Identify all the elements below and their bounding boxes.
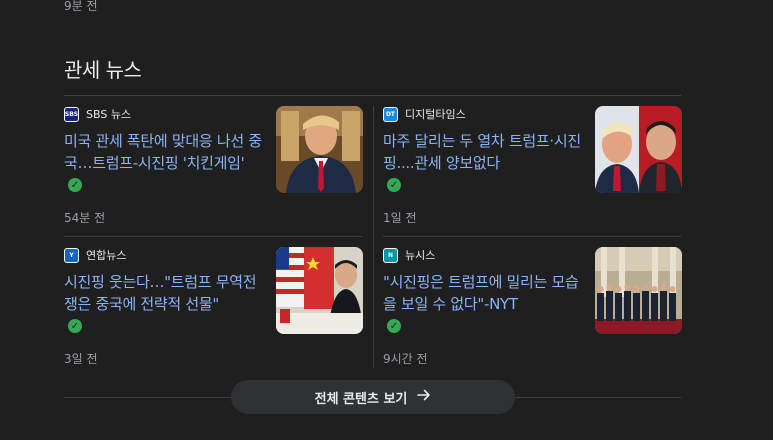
view-all-content-button[interactable]: 전체 콘텐츠 보기: [231, 380, 515, 414]
source-name: 뉴시스: [405, 249, 436, 262]
sbs-favicon-icon: SBS: [64, 106, 79, 122]
news-time: 9시간 전: [383, 352, 428, 366]
newsis-favicon-icon: N: [383, 247, 398, 263]
news-headline[interactable]: 시진핑 웃는다…"트럼프 무역전쟁은 중국에 전략적 선물": [64, 271, 269, 315]
news-headline[interactable]: 마주 달리는 두 열차 트럼프·시진핑....관세 양보없다: [383, 130, 588, 174]
source-name: 디지털타임스: [405, 108, 466, 121]
divider: [64, 397, 231, 398]
source-name: 연합뉴스: [86, 249, 127, 262]
news-card[interactable]: DT 디지털타임스 마주 달리는 두 열차 트럼프·시진핑....관세 양보없다…: [383, 106, 682, 236]
divider: [515, 397, 681, 398]
section-title: 관세 뉴스: [64, 58, 142, 82]
column-divider: [373, 106, 374, 368]
news-thumbnail[interactable]: [276, 247, 363, 334]
news-thumbnail[interactable]: [595, 247, 682, 334]
news-headline[interactable]: "시진핑은 트럼프에 밀리는 모습을 보일 수 없다"-NYT: [383, 271, 588, 315]
news-source: Y 연합뉴스: [64, 247, 126, 263]
yonhap-favicon-icon: Y: [64, 247, 79, 263]
news-card[interactable]: SBS SBS 뉴스 미국 관세 폭탄에 맞대응 나선 중국…트럼프-시진핑 '…: [64, 106, 363, 236]
news-card[interactable]: Y 연합뉴스 시진핑 웃는다…"트럼프 무역전쟁은 중국에 전략적 선물" ✓ …: [64, 247, 363, 377]
news-source: DT 디지털타임스: [383, 106, 466, 122]
arrow-right-icon: [417, 388, 431, 406]
news-source: SBS SBS 뉴스: [64, 106, 131, 122]
previous-article-time: 9분 전: [64, 0, 98, 13]
verified-check-icon: ✓: [68, 178, 82, 192]
row-divider: [383, 236, 681, 237]
news-source: N 뉴시스: [383, 247, 435, 263]
news-time: 3일 전: [64, 352, 98, 366]
news-thumbnail[interactable]: [276, 106, 363, 193]
row-divider: [64, 236, 362, 237]
divider: [64, 95, 681, 96]
verified-check-icon: ✓: [387, 178, 401, 192]
source-name: SBS 뉴스: [86, 108, 132, 121]
news-time: 1일 전: [383, 211, 417, 225]
verified-check-icon: ✓: [68, 319, 82, 333]
news-card[interactable]: N 뉴시스 "시진핑은 트럼프에 밀리는 모습을 보일 수 없다"-NYT ✓ …: [383, 247, 682, 377]
news-headline[interactable]: 미국 관세 폭탄에 맞대응 나선 중국…트럼프-시진핑 '치킨게임': [64, 130, 269, 174]
verified-check-icon: ✓: [387, 319, 401, 333]
news-time: 54분 전: [64, 211, 106, 225]
view-all-label: 전체 콘텐츠 보기: [314, 391, 408, 407]
digitaltimes-favicon-icon: DT: [383, 106, 398, 122]
news-thumbnail[interactable]: [595, 106, 682, 193]
